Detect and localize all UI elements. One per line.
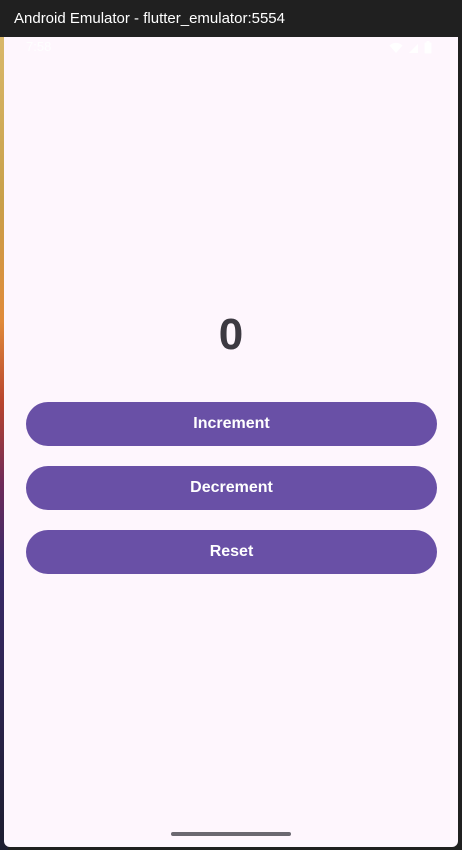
reset-button[interactable]: Reset (26, 530, 437, 574)
home-indicator[interactable] (171, 832, 291, 836)
window-title: Android Emulator - flutter_emulator:5554 (0, 0, 462, 37)
status-bar: 7:58 (4, 37, 458, 59)
wifi-icon (389, 42, 403, 54)
battery-icon (424, 41, 432, 54)
increment-button[interactable]: Increment (26, 402, 437, 446)
counter-value: 0 (218, 310, 244, 359)
decrement-button[interactable]: Decrement (26, 466, 437, 510)
signal-icon (408, 42, 419, 54)
device-screen: 7:58 0 Increment Decrement Reset (4, 37, 458, 847)
emulator-window: Android Emulator - flutter_emulator:5554… (0, 0, 462, 850)
status-time: 7:58 (26, 39, 52, 54)
status-icons (389, 41, 432, 54)
